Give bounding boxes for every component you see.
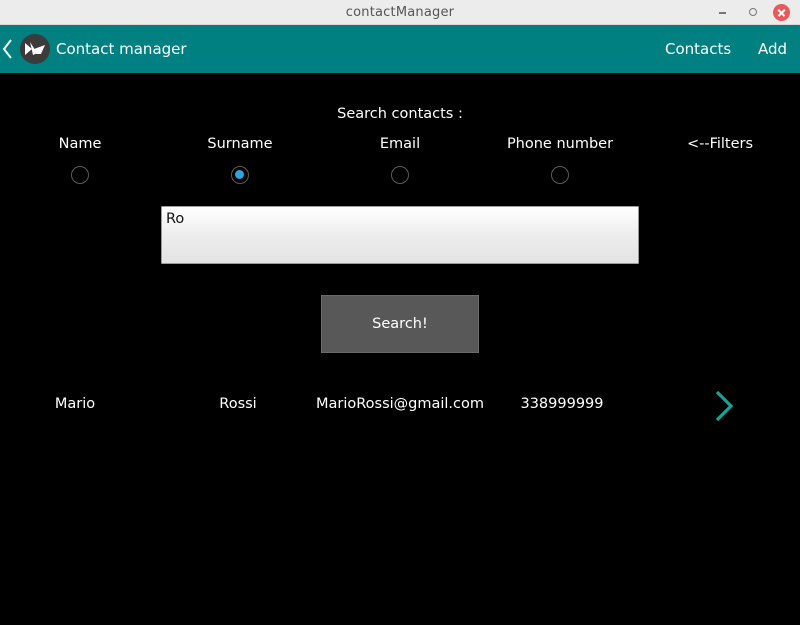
- window-titlebar: contactManager: [0, 0, 800, 25]
- filter-label-phone: Phone number: [506, 136, 614, 152]
- search-heading: Search contacts :: [337, 106, 463, 122]
- filter-radio-name[interactable]: [71, 166, 89, 184]
- result-surname: Rossi: [219, 396, 257, 412]
- kivy-logo-icon: [25, 42, 45, 55]
- close-button[interactable]: [773, 4, 790, 21]
- filter-label-email: Email: [379, 136, 421, 152]
- result-name: Mario: [54, 396, 96, 412]
- nav-contacts-button[interactable]: Contacts: [665, 40, 731, 58]
- chevron-left-icon[interactable]: [1, 37, 15, 61]
- search-button[interactable]: Search!: [321, 295, 479, 353]
- filter-radio-surname[interactable]: [231, 166, 249, 184]
- app-title: Contact manager: [56, 40, 187, 58]
- result-email: MarioRossi@gmail.com: [315, 396, 485, 412]
- app-logo[interactable]: [20, 34, 50, 64]
- nav-add-button[interactable]: Add: [758, 40, 787, 58]
- action-bar: Contact manager Contacts Add: [0, 25, 800, 73]
- filter-label-name: Name: [58, 136, 102, 152]
- minimize-button[interactable]: [714, 4, 730, 20]
- chevron-right-icon[interactable]: [711, 388, 737, 424]
- result-row: Mario Rossi MarioRossi@gmail.com 3389999…: [0, 384, 800, 428]
- filters-hint-label: <--Filters: [686, 136, 754, 152]
- search-input[interactable]: [161, 206, 639, 264]
- filter-label-surname: Surname: [207, 136, 273, 152]
- result-phone: 338999999: [520, 396, 604, 412]
- maximize-button[interactable]: [745, 4, 761, 20]
- window-title: contactManager: [345, 5, 455, 20]
- filter-radio-email[interactable]: [391, 166, 409, 184]
- filter-radio-phone[interactable]: [551, 166, 569, 184]
